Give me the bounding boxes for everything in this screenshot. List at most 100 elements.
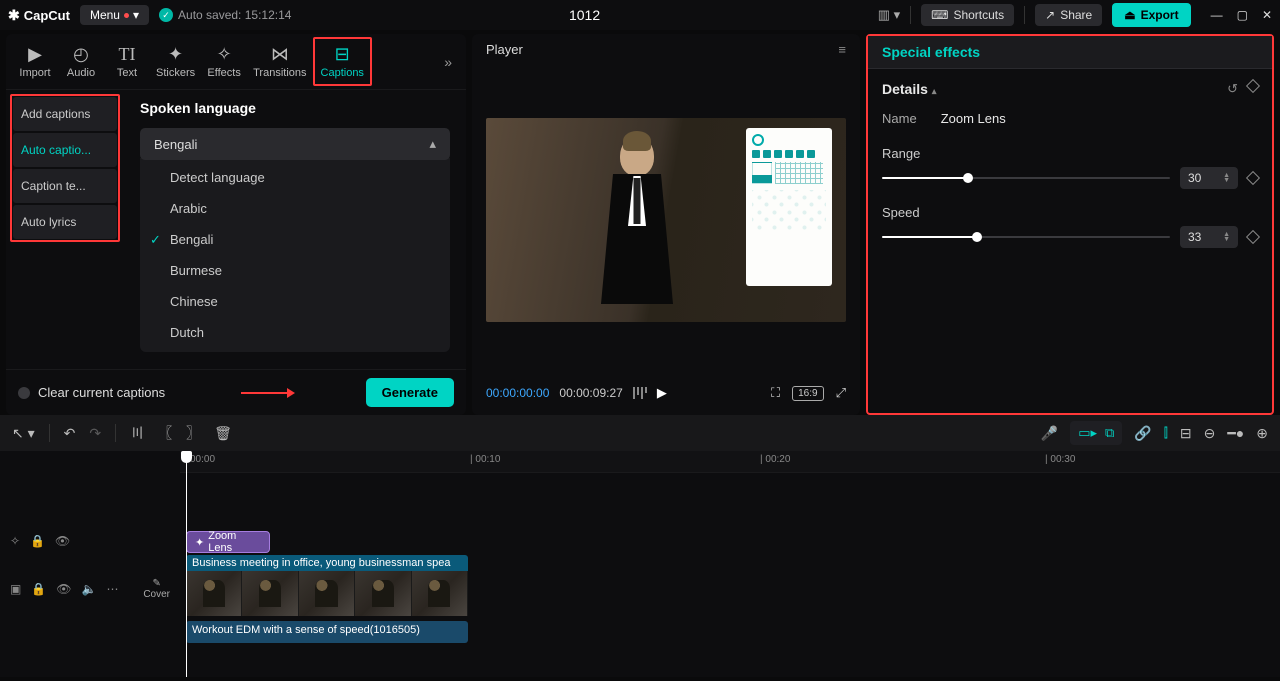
close-button[interactable]: ✕ <box>1262 8 1272 22</box>
undo-button[interactable]: ↶ <box>64 425 76 442</box>
stickers-icon: ✦ <box>168 44 183 65</box>
export-icon: ⏏ <box>1124 8 1135 22</box>
video-clip[interactable]: Business meeting in office, young busine… <box>186 555 468 619</box>
shortcuts-button[interactable]: ⌨ Shortcuts <box>921 4 1014 26</box>
selection-tool-icon[interactable]: ↖ ▾ <box>12 425 35 442</box>
range-label: Range <box>882 146 1258 161</box>
check-icon: ✓ <box>150 232 161 248</box>
star-icon[interactable]: ✧ <box>10 534 20 548</box>
tab-audio[interactable]: ◴ Audio <box>58 39 104 84</box>
magnet-icon[interactable]: ▭▸ <box>1078 425 1097 441</box>
lang-bengali[interactable]: ✓Bengali <box>140 224 450 255</box>
speed-slider[interactable] <box>882 236 1170 238</box>
name-label: Name <box>882 111 917 126</box>
player-panel: Player ≡ 00:00:00:00 00: <box>472 34 860 415</box>
tab-captions[interactable]: ⊟ Captions <box>315 39 370 84</box>
lang-detect[interactable]: Detect language <box>140 162 450 193</box>
more-icon[interactable]: ⋯ <box>106 582 118 596</box>
player-viewport[interactable] <box>472 65 860 375</box>
tab-import[interactable]: ▶ Import <box>12 39 58 84</box>
lang-dutch[interactable]: Dutch <box>140 317 450 348</box>
pencil-icon: ✎ <box>152 578 160 589</box>
clear-captions-toggle[interactable]: Clear current captions <box>18 385 165 400</box>
mute-icon[interactable]: 🔈 <box>82 582 97 596</box>
generate-button[interactable]: Generate <box>366 378 454 407</box>
keyboard-icon: ⌨ <box>931 8 948 22</box>
video-clip-label: Business meeting in office, young busine… <box>186 555 468 571</box>
speed-label: Speed <box>882 205 1258 220</box>
zoom-out-icon[interactable]: ⊖ <box>1204 425 1216 442</box>
current-time: 00:00:00:00 <box>486 386 549 400</box>
sidebar-caption-templates[interactable]: Caption te... <box>13 169 117 203</box>
tab-text[interactable]: TI Text <box>104 39 150 84</box>
lang-burmese[interactable]: Burmese <box>140 255 450 286</box>
minimize-button[interactable]: — <box>1211 8 1223 22</box>
trim-right-button[interactable]: 〗 <box>186 423 200 443</box>
mic-icon[interactable]: 🎤 <box>1041 425 1058 442</box>
zoom-slider-icon[interactable]: ━● <box>1227 425 1244 442</box>
player-menu-icon[interactable]: ≡ <box>838 42 846 57</box>
details-label: Details ▴ <box>882 81 936 97</box>
annotation-arrow <box>241 392 289 394</box>
speed-input[interactable]: 33 ▲▼ <box>1180 226 1238 248</box>
link-icon[interactable]: 🔗 <box>1134 425 1151 442</box>
scale-icon[interactable]: ⛶ <box>771 385 780 401</box>
tab-effects[interactable]: ✧ Effects <box>201 39 247 84</box>
snap-icon[interactable]: ⧉ <box>1105 425 1114 441</box>
tab-stickers[interactable]: ✦ Stickers <box>150 39 201 84</box>
cover-button[interactable]: ✎ Cover <box>143 578 170 600</box>
chevron-down-icon: ▾ <box>133 8 139 22</box>
speed-keyframe-icon[interactable] <box>1246 230 1260 244</box>
effects-panel: Special effects Details ▴ ↺ Name Zoom Le… <box>866 34 1274 415</box>
zoom-in-icon[interactable]: ⊕ <box>1256 425 1268 442</box>
range-keyframe-icon[interactable] <box>1246 171 1260 185</box>
preview-axis-icon[interactable]: ⫿ <box>1164 425 1168 441</box>
captions-sidebar-highlight: Add captions Auto captio... Caption te..… <box>10 94 120 242</box>
play-button[interactable]: ▶ <box>657 385 667 401</box>
effect-name-value: Zoom Lens <box>941 111 1006 126</box>
lock-icon[interactable]: 🔒 <box>31 582 46 596</box>
chevron-up-icon: ▴ <box>429 136 436 152</box>
sidebar-auto-captions[interactable]: Auto captio... <box>13 133 117 167</box>
video-track-gutter: ▣ 🔒 👁 🔈 ⋯ ✎ Cover <box>0 555 180 623</box>
level-indicator-icon <box>633 387 647 399</box>
delete-button[interactable]: 🗑 <box>214 425 232 442</box>
lang-chinese[interactable]: Chinese <box>140 286 450 317</box>
split-button[interactable]: 〣 <box>130 423 144 443</box>
lock-icon[interactable]: 🔒 <box>30 534 45 548</box>
text-icon: TI <box>119 44 136 65</box>
video-track-icon[interactable]: ▣ <box>10 582 21 596</box>
player-title: Player <box>486 42 523 57</box>
redo-button[interactable]: ↷ <box>89 425 101 442</box>
trim-left-button[interactable]: 〖 <box>158 423 172 443</box>
keyframe-icon[interactable] <box>1246 79 1260 93</box>
sidebar-add-captions[interactable]: Add captions <box>13 97 117 131</box>
fx-clip[interactable]: ✦ Zoom Lens <box>186 531 270 553</box>
fullscreen-icon[interactable]: ⤢ <box>836 385 846 401</box>
reset-icon[interactable]: ↺ <box>1227 81 1238 97</box>
transitions-icon: ⋈ <box>271 44 289 65</box>
sidebar-auto-lyrics[interactable]: Auto lyrics <box>13 205 117 239</box>
tab-transitions[interactable]: ⋈ Transitions <box>247 39 312 84</box>
range-input[interactable]: 30 ▲▼ <box>1180 167 1238 189</box>
eye-icon[interactable]: 👁 <box>55 534 70 548</box>
layout-icon[interactable]: ▥ ▾ <box>878 7 900 23</box>
menu-button[interactable]: Menu ▾ <box>80 5 149 25</box>
language-dropdown[interactable]: Bengali ▴ <box>140 128 450 160</box>
app-logo: ✱ CapCut <box>8 7 70 24</box>
range-slider[interactable] <box>882 177 1170 179</box>
radio-icon <box>18 387 30 399</box>
menu-indicator-dot <box>124 13 129 18</box>
aspect-ratio-button[interactable]: 16:9 <box>792 386 823 401</box>
eye-icon[interactable]: 👁 <box>56 582 71 596</box>
audio-clip[interactable]: Workout EDM with a sense of speed(101650… <box>186 621 468 643</box>
more-tabs-button[interactable]: » <box>436 54 460 70</box>
maximize-button[interactable]: ▢ <box>1237 8 1248 22</box>
timeline-playhead[interactable] <box>186 451 187 677</box>
lang-arabic[interactable]: Arabic <box>140 193 450 224</box>
export-button[interactable]: ⏏ Export <box>1112 3 1190 27</box>
share-button[interactable]: ↗ Share <box>1035 4 1102 26</box>
captions-toggle-icon[interactable]: ⊟ <box>1180 425 1192 442</box>
captions-icon: ⊟ <box>335 44 350 65</box>
sparkle-icon: ✦ <box>195 536 204 549</box>
